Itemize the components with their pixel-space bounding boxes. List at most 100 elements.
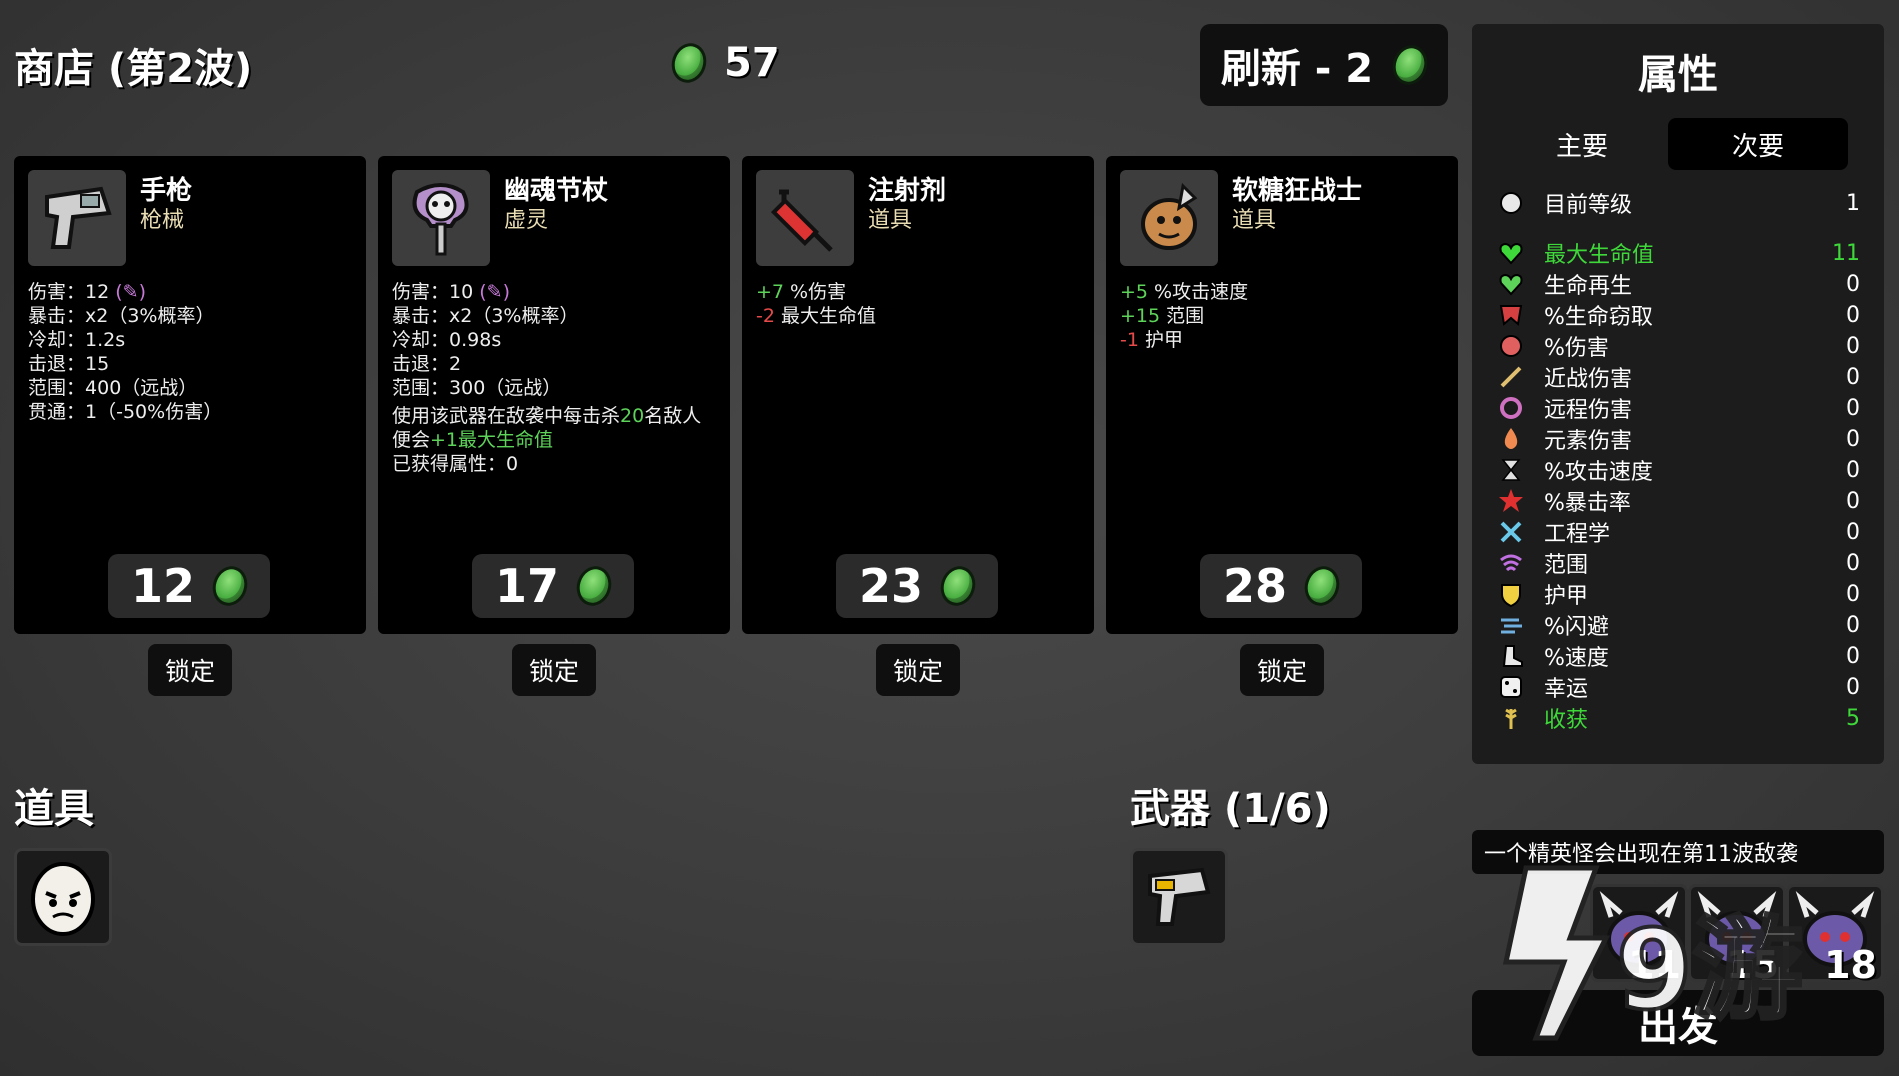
stat-row[interactable]: 收获 5 (1496, 703, 1860, 733)
card-stats: 伤害：12 (✎) 暴击：x2（3%概率） 冷却：1.2s 击退：15 范围：400（远… (28, 280, 352, 424)
weapon-slot[interactable] (1130, 848, 1228, 946)
stat-label: 生命再生 (1544, 274, 1633, 299)
dodge-wind-icon (1496, 611, 1526, 639)
lock-button[interactable]: 锁定 (148, 644, 232, 696)
ranged-bow-icon (1496, 394, 1526, 422)
card-stats: 伤害：10 (✎) 暴击：x2（3%概率） 冷却：0.98s 击退：2 范围：300（远… (392, 280, 716, 476)
stat-row[interactable]: %攻击速度 0 (1496, 455, 1860, 485)
heart-icon (1496, 239, 1526, 267)
stat-row[interactable]: 范围 0 (1496, 548, 1860, 578)
stat-value: 0 (1846, 643, 1860, 669)
stat-line: 范围：400（远战） (28, 377, 198, 399)
stat-row[interactable]: 护甲 0 (1496, 579, 1860, 609)
stat-row[interactable]: 远程伤害 0 (1496, 393, 1860, 423)
material-coin-icon (571, 561, 617, 611)
stat-value: 0 (1846, 426, 1860, 452)
stat-value: 5 (1846, 705, 1860, 731)
card-type: 道具 (868, 208, 913, 233)
luck-dice-icon (1496, 673, 1526, 701)
price-value: 28 (1222, 559, 1287, 613)
item-modifier: +5 %攻击速度 (1120, 281, 1249, 303)
shop-card[interactable]: 幽魂节杖 虚灵 伤害：10 (✎) 暴击：x2（3%概率） 冷却：0.98s 击退：2… (378, 156, 730, 634)
shop-title: 商店 (第2波) (14, 46, 253, 92)
stat-row[interactable]: %闪避 0 (1496, 610, 1860, 640)
speed-boot-icon (1496, 642, 1526, 670)
weapons-title: 武器 (1/6) (1130, 786, 1331, 832)
stat-row[interactable]: 生命再生 0 (1496, 269, 1860, 299)
item-slot[interactable] (14, 848, 112, 946)
refresh-button[interactable]: 刷新 - 2 (1200, 24, 1448, 106)
ranged-damage-icon: (✎) (115, 281, 146, 303)
stat-row[interactable]: 最大生命值 11 (1496, 238, 1860, 268)
stat-value: 0 (1846, 612, 1860, 638)
stat-line: 暴击：x2（3%概率） (28, 305, 215, 327)
weapon-effect: 使用该武器在敌袭中每击杀20名敌人便会+1最大生命值 (392, 405, 702, 451)
buy-price-button[interactable]: 12 (108, 554, 270, 618)
stat-row[interactable]: %速度 0 (1496, 641, 1860, 671)
lock-button[interactable]: 锁定 (512, 644, 596, 696)
tab-secondary[interactable]: 次要 (1668, 118, 1848, 170)
stat-value: 0 (1846, 333, 1860, 359)
stat-line: 暴击：x2（3%概率） (392, 305, 579, 327)
material-coin-icon (666, 38, 712, 88)
watermark-text: 9游 (1616, 906, 1803, 1034)
armor-shield-icon (1496, 580, 1526, 608)
stat-row[interactable]: 目前等级 1 (1496, 188, 1860, 218)
stat-line: 冷却：1.2s (28, 329, 126, 351)
stat-row[interactable]: %暴击率 0 (1496, 486, 1860, 516)
stat-line: 伤害：12 (✎) (28, 281, 146, 303)
obtained-stat: 已获得属性：0 (392, 453, 519, 475)
shop-card[interactable]: 注射剂 道具 +7 %伤害 -2 最大生命值 23 (742, 156, 1094, 634)
buy-price-button[interactable]: 23 (836, 554, 998, 618)
stat-row[interactable]: %生命窃取 0 (1496, 300, 1860, 330)
card-type: 枪械 (140, 208, 185, 233)
stat-value: 0 (1846, 364, 1860, 390)
shop-card[interactable]: 手枪 枪械 伤害：12 (✎) 暴击：x2（3%概率） 冷却：1.2s 击退：15 范围… (14, 156, 366, 634)
stat-label: %速度 (1544, 646, 1609, 671)
stat-line: 击退：2 (392, 353, 462, 375)
syringe-icon (756, 170, 854, 266)
lock-button[interactable]: 锁定 (1240, 644, 1324, 696)
items-title: 道具 (14, 786, 94, 832)
stat-label: 范围 (1544, 553, 1589, 578)
card-stats: +5 %攻击速度 +15 范围 -1 护甲 (1120, 280, 1444, 352)
stat-line: 击退：15 (28, 353, 110, 375)
buy-price-button[interactable]: 17 (472, 554, 634, 618)
stat-label: 近战伤害 (1544, 367, 1633, 392)
engineering-wrench-icon (1496, 518, 1526, 546)
melee-sword-icon (1496, 363, 1526, 391)
material-coin-icon (1387, 40, 1433, 90)
price-value: 12 (130, 559, 195, 613)
stat-value: 0 (1846, 519, 1860, 545)
harvest-wheat-icon (1496, 704, 1526, 732)
stat-label: %伤害 (1544, 336, 1609, 361)
stat-label: %攻击速度 (1544, 460, 1653, 485)
stat-row[interactable]: %伤害 0 (1496, 331, 1860, 361)
stat-line: 贯通：1（-50%伤害） (28, 401, 223, 423)
level-icon (1496, 189, 1526, 217)
stat-line: 伤害：10 (✎) (392, 281, 510, 303)
refresh-label: 刷新 - 2 (1220, 46, 1374, 92)
stat-line: 冷却：0.98s (392, 329, 502, 351)
stat-row[interactable]: 近战伤害 0 (1496, 362, 1860, 392)
stat-value: 0 (1846, 271, 1860, 297)
stat-row[interactable]: 元素伤害 0 (1496, 424, 1860, 454)
stat-value: 0 (1846, 674, 1860, 700)
crit-burst-icon (1496, 487, 1526, 515)
stat-row[interactable]: 工程学 0 (1496, 517, 1860, 547)
stat-label: %生命窃取 (1544, 305, 1653, 330)
stat-label: %暴击率 (1544, 491, 1631, 516)
stat-label: 工程学 (1544, 522, 1611, 547)
stat-label: 收获 (1544, 708, 1589, 733)
stat-row[interactable]: 幸运 0 (1496, 672, 1860, 702)
tab-primary[interactable]: 主要 (1492, 118, 1672, 170)
damage-fist-icon (1496, 332, 1526, 360)
buy-price-button[interactable]: 28 (1200, 554, 1362, 618)
item-modifier: -2 最大生命值 (756, 305, 876, 327)
stats-panel-title: 属性 (1638, 52, 1718, 98)
lock-button[interactable]: 锁定 (876, 644, 960, 696)
material-coin-icon (935, 561, 981, 611)
ghost-scepter-icon (392, 170, 490, 266)
potato-character-icon (31, 862, 95, 936)
shop-card[interactable]: 软糖狂战士 道具 +5 %攻击速度 +15 范围 -1 护甲 28 (1106, 156, 1458, 634)
